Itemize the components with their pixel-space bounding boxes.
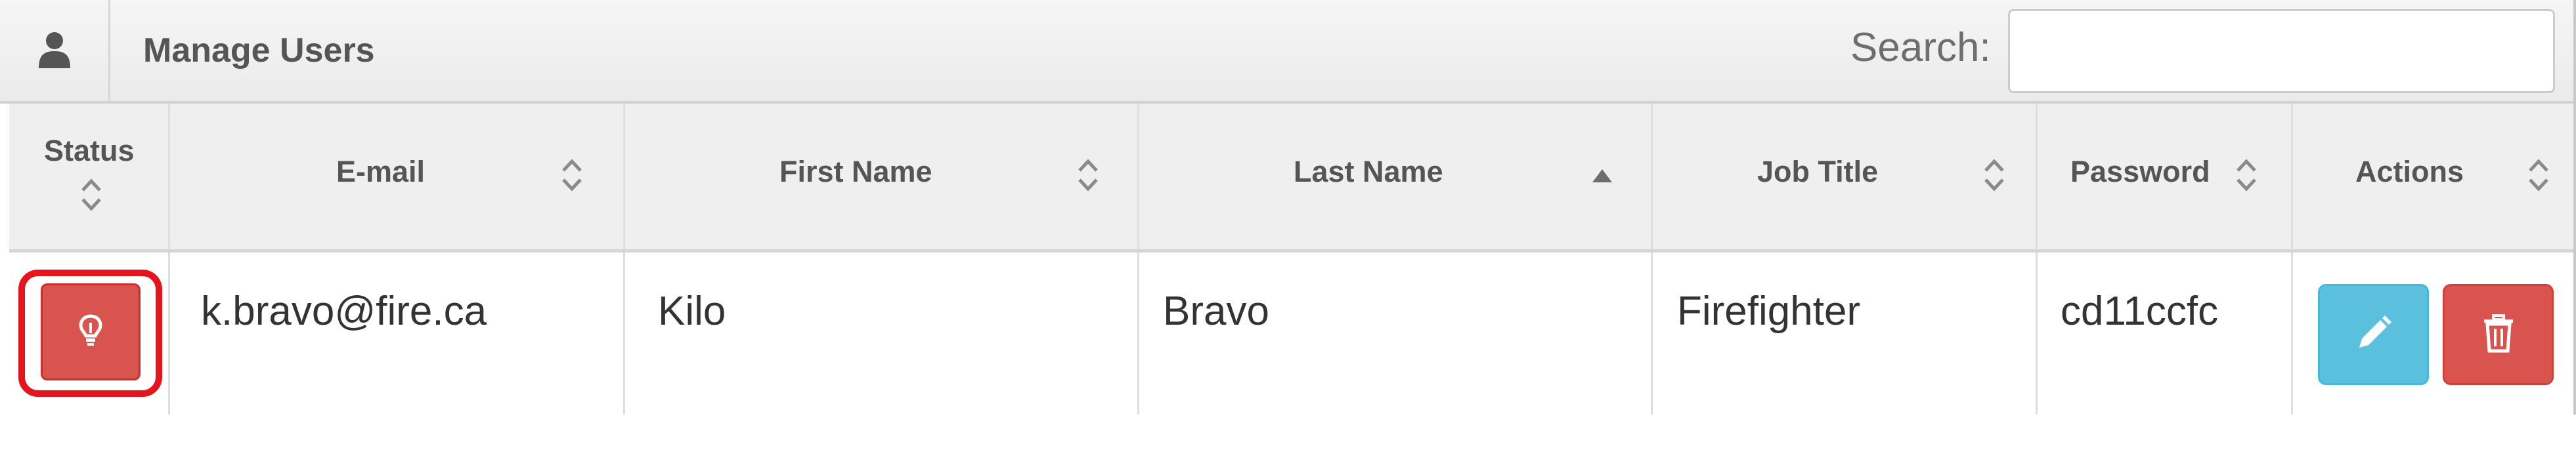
panel-header: Manage Users Search: <box>0 0 2573 104</box>
search-label: Search: <box>1850 25 1991 70</box>
password-value: cd11ccfc <box>2061 289 2219 334</box>
cell-first-name: Kilo <box>625 253 1139 415</box>
cell-email: k.bravo@fire.ca <box>170 253 625 415</box>
pencil-icon <box>2354 314 2393 356</box>
status-toggle-button[interactable] <box>41 283 141 380</box>
email-value: k.bravo@fire.ca <box>201 289 487 334</box>
panel-title: Manage Users <box>143 31 375 70</box>
column-header-password[interactable]: Password <box>2038 104 2293 249</box>
job-title-value: Firefighter <box>1677 289 1861 334</box>
lightbulb-icon <box>78 314 103 351</box>
trash-icon <box>2481 314 2516 356</box>
column-header-job-title[interactable]: Job Title <box>1653 104 2038 249</box>
column-header-actions[interactable]: Actions <box>2293 104 2573 249</box>
column-header-last-name[interactable]: Last Name <box>1139 104 1653 249</box>
search-input[interactable] <box>2008 9 2555 93</box>
sort-both-icon <box>2235 157 2258 193</box>
column-header-email[interactable]: E-mail <box>170 104 625 249</box>
column-header-status[interactable]: Status <box>9 104 170 249</box>
manage-users-panel: Manage Users Search: Status E-mail First… <box>0 0 2576 415</box>
sort-both-icon <box>1983 157 2005 193</box>
sort-both-icon <box>2527 157 2550 193</box>
cell-actions <box>2293 253 2573 415</box>
table-header: Status E-mail First Name Last Name Job T… <box>9 104 2573 253</box>
sort-both-icon <box>561 157 583 193</box>
cell-password: cd11ccfc <box>2038 253 2293 415</box>
user-icon <box>0 0 110 101</box>
delete-user-button[interactable] <box>2443 284 2554 385</box>
cell-job-title: Firefighter <box>1653 253 2038 415</box>
sort-both-icon <box>1077 157 1099 193</box>
cell-last-name: Bravo <box>1139 253 1653 415</box>
column-header-first-name[interactable]: First Name <box>625 104 1139 249</box>
last-name-value: Bravo <box>1163 289 1269 334</box>
table-row: k.bravo@fire.ca Kilo Bravo Firefighter c… <box>9 253 2573 415</box>
first-name-value: Kilo <box>658 289 726 334</box>
sort-both-icon <box>80 177 102 213</box>
cell-status <box>9 253 170 415</box>
sort-ascending-icon <box>1591 164 1613 186</box>
edit-user-button[interactable] <box>2318 284 2429 385</box>
